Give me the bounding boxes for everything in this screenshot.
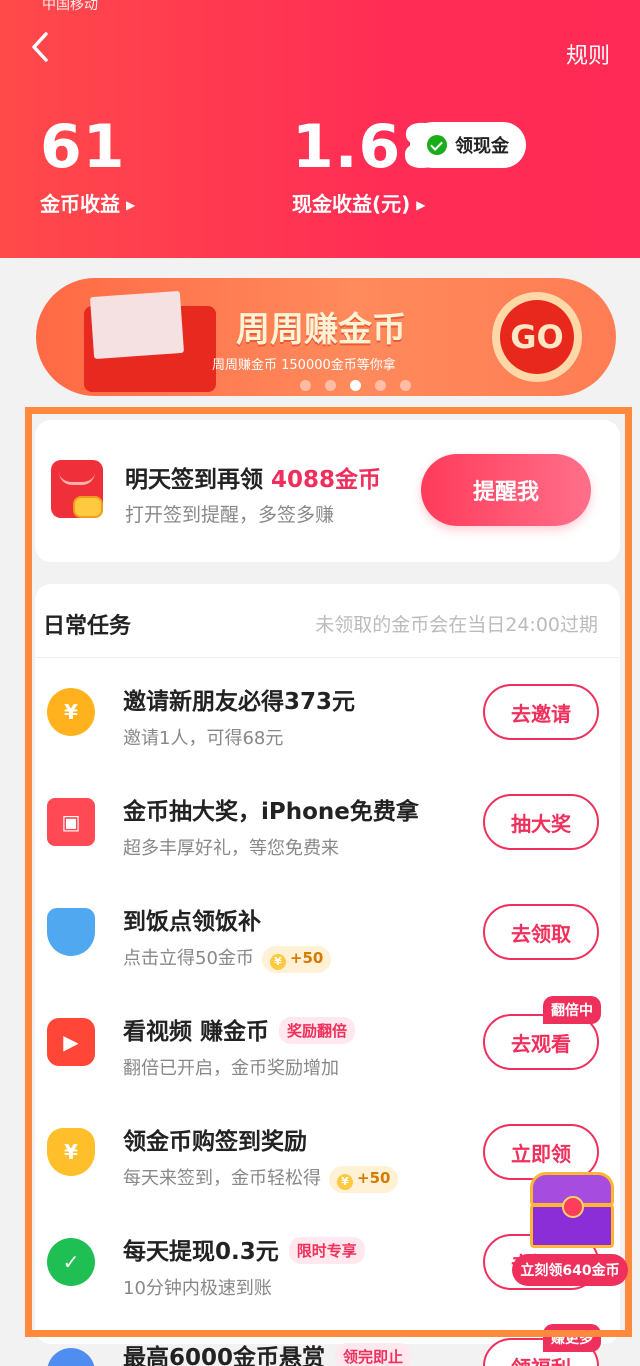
video-play-icon: ▶ <box>47 1018 95 1066</box>
tasks-header: 日常任务 未领取的金币会在当日24:00过期 <box>35 584 620 658</box>
withdraw-cash-button[interactable]: 领现金 <box>410 122 526 168</box>
rules-link[interactable]: 规则 <box>566 38 610 70</box>
signin-subtitle: 打开签到提醒，多签多赚 <box>125 504 335 526</box>
task-description-text: 每天来签到，金币轻松得 <box>123 1168 321 1189</box>
cash-earnings-label: 现金收益(元) <box>292 192 411 216</box>
invite-button[interactable]: 去邀请 <box>483 684 599 740</box>
task-description: 邀请1人，可得68元 <box>123 728 284 749</box>
claim-coins-floating-button[interactable]: 立刻领640金币 <box>512 1254 628 1286</box>
task-description: 每天来签到，金币轻松得 ¥ +50 <box>123 1164 399 1193</box>
task-title-text: 每天提现0.3元 <box>123 1239 279 1265</box>
coin-earnings-link[interactable]: 金币收益 ▶ <box>40 188 135 217</box>
yen-coin-icon: ¥ <box>269 954 286 970</box>
task-description-text: 点击立得50金币 <box>123 948 254 969</box>
hot-badge: 赚更多 <box>543 1324 601 1352</box>
go-button[interactable]: GO <box>492 292 582 382</box>
cash-earnings-link[interactable]: 现金收益(元) ▶ <box>292 188 426 217</box>
task-item: 最高6000金币悬赏领完即止 领福利 <box>35 1318 620 1366</box>
pagination-dot-active[interactable] <box>350 380 361 391</box>
check-icon <box>427 135 447 155</box>
pagination-dot[interactable] <box>325 380 336 391</box>
signin-title-prefix: 明天签到再领 <box>125 467 263 493</box>
coin-reward-badge: ¥ +50 <box>261 946 332 973</box>
badge-value: +50 <box>357 1169 391 1187</box>
task-description: 翻倍已开启，金币奖励增加 <box>123 1058 339 1079</box>
task-tag: 领完即止 <box>335 1343 412 1366</box>
wechat-pay-icon: ✓ <box>47 1238 95 1286</box>
task-tag: 奖励翻倍 <box>279 1017 356 1044</box>
task-description: 超多丰厚好礼，等您免费来 <box>123 838 339 859</box>
treasure-chest-icon[interactable] <box>518 1168 630 1252</box>
banner-pagination <box>300 380 411 391</box>
task-title-text: 看视频 赚金币 <box>123 1019 270 1045</box>
yen-coin-icon: ¥ <box>47 688 95 736</box>
banknote-icon <box>89 290 185 360</box>
money-bag-icon: ¥ <box>47 1128 95 1176</box>
coin-earnings-label: 金币收益 <box>40 192 120 216</box>
task-item: ▶ 看视频 赚金币 奖励翻倍 翻倍已开启，金币奖励增加 去观看 <box>35 988 620 1098</box>
carrier-label: 中国移动 <box>42 0 98 13</box>
tasks-heading: 日常任务 <box>43 614 132 639</box>
rice-bowl-icon <box>47 908 95 956</box>
coin-reward-badge: ¥ +50 <box>329 1166 399 1193</box>
pagination-dot[interactable] <box>300 380 311 391</box>
task-title: 每天提现0.3元 限时专享 <box>123 1232 365 1266</box>
chest-lock-icon <box>562 1196 584 1218</box>
task-title: 邀请新朋友必得373元 <box>123 689 356 715</box>
triangle-right-icon: ▶ <box>416 198 426 212</box>
task-description: 10分钟内极速到账 <box>123 1278 272 1299</box>
hot-badge: 翻倍中 <box>543 996 601 1024</box>
back-icon[interactable] <box>26 30 56 64</box>
gift-icon: ▣ <box>47 798 95 846</box>
task-item: ¥ 邀请新朋友必得373元 邀请1人，可得68元 去邀请 <box>35 658 620 768</box>
claim-button[interactable]: 去领取 <box>483 904 599 960</box>
triangle-right-icon: ▶ <box>126 198 136 212</box>
signin-title: 明天签到再领 4088金币 <box>125 460 381 494</box>
withdraw-cash-label: 领现金 <box>455 136 509 157</box>
task-tag: 限时专享 <box>288 1237 365 1264</box>
badge-value: +50 <box>289 949 324 967</box>
task-title-text: 最高6000金币悬赏 <box>123 1345 326 1366</box>
lottery-button[interactable]: 抽大奖 <box>483 794 599 850</box>
go-label: GO <box>500 300 574 374</box>
signin-card: 明天签到再领 4088金币 打开签到提醒，多签多赚 提醒我 <box>35 420 620 562</box>
coin-earnings-value: 61 <box>40 112 126 182</box>
coin-stack-icon <box>73 496 103 518</box>
tasks-expiry-note: 未领取的金币会在当日24:00过期 <box>315 614 598 636</box>
pagination-dot[interactable] <box>375 380 386 391</box>
task-item: ▣ 金币抽大奖，iPhone免费拿 超多丰厚好礼，等您免费来 抽大奖 <box>35 768 620 878</box>
banner-subtitle: 周周赚金币 150000金币等你拿 <box>212 358 396 373</box>
yen-coin-icon: ¥ <box>337 1174 353 1190</box>
promo-banner[interactable]: 周周赚金币 周周赚金币 150000金币等你拿 GO <box>36 278 616 396</box>
task-item: 到饭点领饭补 点击立得50金币 ¥ +50 去领取 <box>35 878 620 988</box>
pagination-dot[interactable] <box>400 380 411 391</box>
task-title: 到饭点领饭补 <box>123 909 261 935</box>
task-title: 看视频 赚金币 奖励翻倍 <box>123 1012 356 1046</box>
task-title: 金币抽大奖，iPhone免费拿 <box>123 799 419 825</box>
task-title: 最高6000金币悬赏 领完即止 <box>123 1338 412 1366</box>
signin-title-highlight: 4088金币 <box>271 467 382 493</box>
remind-me-button[interactable]: 提醒我 <box>421 454 591 526</box>
task-description: 点击立得50金币 ¥ +50 <box>123 944 332 973</box>
reward-icon <box>47 1348 95 1366</box>
banner-title: 周周赚金币 <box>236 310 406 350</box>
task-title: 领金币购签到奖励 <box>123 1129 307 1155</box>
header: 中国移动 规则 61 金币收益 ▶ 1.68 现金收益(元) ▶ 领现金 <box>0 0 640 258</box>
